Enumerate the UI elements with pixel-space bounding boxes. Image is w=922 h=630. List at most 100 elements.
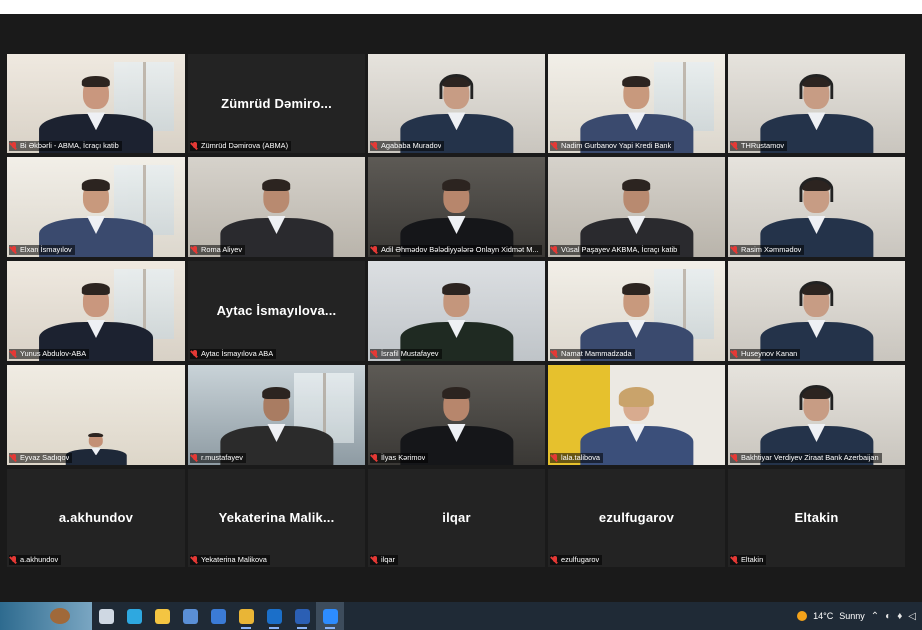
mail-icon[interactable] (204, 602, 232, 630)
edge-icon[interactable] (120, 602, 148, 630)
gallery-grid: Bi Əkbərli - ABMA, İcraçı katib Zümrüd Də… (7, 54, 905, 567)
participant-name-text: Namat Mammadzada (561, 349, 632, 358)
participant-tile[interactable]: Nadim Gurbanov Yapi Kredi Bank (548, 54, 725, 153)
participant-video (368, 261, 545, 361)
participant-tile[interactable]: Aytac İsmayılova... Aytac İsmayılova ABA (188, 261, 365, 361)
participant-display-name: ezulfugarov (598, 510, 675, 526)
start-wallpaper-thumbnail[interactable] (0, 602, 92, 630)
participant-tile[interactable]: Eltakin Eltakin (728, 469, 905, 567)
participant-tile[interactable]: İlyas Kərimov (368, 365, 545, 465)
muted-microphone-icon (731, 245, 739, 255)
participant-video (7, 54, 185, 153)
participant-name-label: Zümrüd Dəmirova (ABMA) (190, 141, 292, 151)
window-top-bar (0, 0, 922, 14)
muted-microphone-icon (551, 453, 559, 463)
participant-display-name: a.akhundov (58, 510, 134, 526)
task-view-icon[interactable] (92, 602, 120, 630)
participant-tile[interactable]: Adil Əhmədov Bələdiyyələrə Onlayn Xidmət… (368, 157, 545, 257)
participant-name-text: a.akhundov (20, 555, 59, 564)
participant-video (7, 365, 185, 465)
muted-microphone-icon (371, 349, 379, 359)
participant-tile[interactable]: Bi Əkbərli - ABMA, İcraçı katib (7, 54, 185, 153)
participant-display-name: Aytac İsmayılova... (216, 303, 337, 318)
participant-video (7, 157, 185, 257)
participant-tile[interactable]: Agababa Muradov (368, 54, 545, 153)
participant-tile[interactable]: ezulfugarov ezulfugarov (548, 469, 725, 567)
file-explorer-icon[interactable] (148, 602, 176, 630)
muted-microphone-icon (191, 349, 199, 359)
zoom-icon[interactable] (316, 602, 344, 630)
participant-tile[interactable]: lala.talibova (548, 365, 725, 465)
participant-name-label: Eltakin (730, 555, 767, 565)
muted-microphone-icon (551, 349, 559, 359)
participant-name-text: ezulfugarov (561, 555, 600, 564)
muted-microphone-icon (10, 555, 18, 565)
participant-video (188, 365, 365, 465)
participant-tile[interactable]: Namat Mammadzada (548, 261, 725, 361)
participant-name-label: lala.talibova (550, 453, 604, 463)
participant-name-text: r.mustafayev (201, 453, 243, 462)
participant-name-label: Roma Aliyev (190, 245, 246, 255)
participant-name-text: Rasim Xəmmədov (741, 245, 802, 254)
store-icon[interactable] (176, 602, 204, 630)
participant-tile[interactable]: Vüsal Paşayev AKBMA, İcraçı katib (548, 157, 725, 257)
muted-microphone-icon (371, 555, 379, 565)
participant-name-text: Aytac İsmayılova ABA (201, 349, 274, 358)
participant-name-text: Elxan İsmayılov (20, 245, 72, 254)
network-icon[interactable]: ◐ (885, 611, 891, 622)
participant-name-label: a.akhundov (9, 555, 62, 565)
show-hidden-icons-icon[interactable]: ⌃ (871, 611, 879, 622)
participant-video (728, 157, 905, 257)
participant-name-label: Eyvaz Sadıqov (9, 453, 73, 463)
participant-tile[interactable]: Roma Aliyev (188, 157, 365, 257)
participant-tile[interactable]: THRustamov (728, 54, 905, 153)
chrome-icon[interactable] (232, 602, 260, 630)
participant-name-text: Bakhtiyar Verdiyev Ziraat Bank Azerbaija… (741, 453, 879, 462)
muted-microphone-icon (731, 453, 739, 463)
participant-name-label: Bi Əkbərli - ABMA, İcraçı katib (9, 141, 122, 151)
muted-microphone-icon (191, 245, 199, 255)
participant-video (7, 261, 185, 361)
participant-tile[interactable]: Rasim Xəmmədov (728, 157, 905, 257)
outlook-icon[interactable] (260, 602, 288, 630)
participant-name-label: Rasim Xəmmədov (730, 245, 805, 255)
participant-name-label: Namat Mammadzada (550, 349, 635, 359)
weather-condition[interactable]: Sunny (839, 611, 865, 621)
muted-microphone-icon (371, 453, 379, 463)
participant-tile[interactable]: İsrafil Mustafayev (368, 261, 545, 361)
participant-tile[interactable]: Yekaterina Malik... Yekaterina Malikova (188, 469, 365, 567)
participant-name-label: THRustamov (730, 141, 788, 151)
participant-display-name: Eltakin (794, 510, 839, 526)
participant-tile[interactable]: r.mustafayev (188, 365, 365, 465)
muted-microphone-icon (551, 245, 559, 255)
word-icon[interactable] (288, 602, 316, 630)
muted-microphone-icon (731, 349, 739, 359)
speaker-icon[interactable]: ◁ (908, 611, 916, 622)
participant-name-text: Adil Əhmədov Bələdiyyələrə Onlayn Xidmət… (381, 245, 539, 254)
weather-sun-icon[interactable] (797, 611, 808, 621)
participant-tile[interactable]: Huseynov Kanan (728, 261, 905, 361)
participant-name-label: r.mustafayev (190, 453, 246, 463)
participant-name-label: Yunus Abdulov-ABA (9, 349, 90, 359)
participant-tile[interactable]: Elxan İsmayılov (7, 157, 185, 257)
participant-name-label: Aytac İsmayılova ABA (190, 349, 277, 359)
participant-name-label: Yekaterina Malikova (190, 555, 270, 565)
participant-name-text: Roma Aliyev (201, 245, 243, 254)
participant-name-text: Eyvaz Sadıqov (20, 453, 70, 462)
participant-tile[interactable]: ilqar ilqar (368, 469, 545, 567)
participant-video (548, 261, 725, 361)
participant-tile[interactable]: Bakhtiyar Verdiyev Ziraat Bank Azerbaija… (728, 365, 905, 465)
participant-video (188, 157, 365, 257)
participant-tile[interactable]: Yunus Abdulov-ABA (7, 261, 185, 361)
microphone-icon[interactable]: ♦ (897, 611, 902, 622)
participant-name-text: İlyas Kərimov (381, 453, 426, 462)
weather-temperature[interactable]: 14°C (813, 611, 833, 621)
participant-tile[interactable]: a.akhundov a.akhundov (7, 469, 185, 567)
participant-name-text: Bi Əkbərli - ABMA, İcraçı katib (20, 141, 119, 150)
participant-tile[interactable]: Zümrüd Dəmiro... Zümrüd Dəmirova (ABMA) (188, 54, 365, 153)
muted-microphone-icon (551, 141, 559, 151)
participant-name-label: İlyas Kərimov (370, 453, 429, 463)
participant-tile[interactable]: Eyvaz Sadıqov (7, 365, 185, 465)
participant-name-text: Yekaterina Malikova (201, 555, 267, 564)
participant-name-text: Vüsal Paşayev AKBMA, İcraçı katib (561, 245, 678, 254)
